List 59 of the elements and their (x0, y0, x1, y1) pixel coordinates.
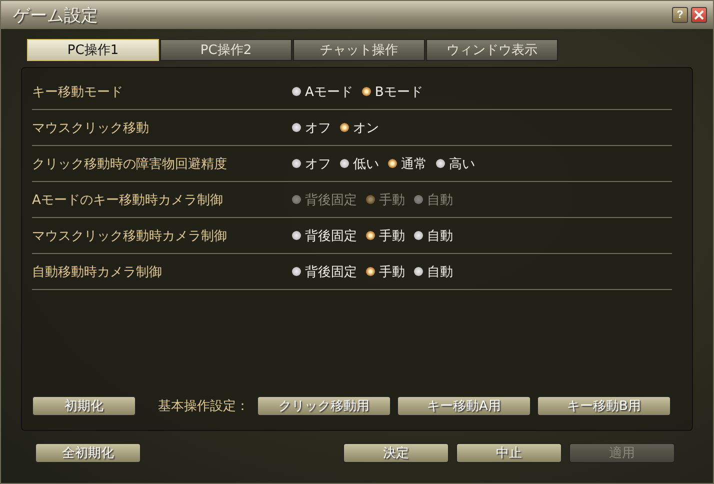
radio-button[interactable] (340, 123, 349, 132)
setting-label: キー移動モード (32, 84, 124, 100)
window-title: ゲーム設定 (13, 4, 98, 26)
setting-label: マウスクリック移動時カメラ制御 (32, 228, 228, 244)
tab[interactable]: ウィンドウ表示 (426, 39, 558, 61)
option-label: 高い (449, 156, 475, 172)
option-label: 手動 (379, 192, 405, 208)
option-label: オフ (305, 156, 331, 172)
option-label: 通常 (401, 156, 427, 172)
radio-button[interactable] (414, 231, 423, 240)
radio-button[interactable] (292, 267, 301, 276)
option-label: 自動 (427, 264, 453, 280)
radio-option[interactable]: 手動 (366, 226, 405, 244)
option-label: Aモード (305, 84, 353, 100)
radio-button[interactable] (362, 87, 371, 96)
radio-button[interactable] (366, 267, 375, 276)
radio-option[interactable]: 背後固定 (292, 262, 357, 280)
close-button[interactable] (691, 7, 707, 23)
option-label: オフ (305, 120, 331, 136)
radio-button[interactable] (292, 123, 301, 132)
setting-label: マウスクリック移動 (32, 120, 150, 136)
radio-button[interactable] (292, 231, 301, 240)
radio-option[interactable]: Bモード (362, 82, 423, 100)
radio-button[interactable] (366, 231, 375, 240)
radio-button[interactable] (292, 159, 301, 168)
setting-label: クリック移動時の障害物回避精度 (32, 156, 228, 172)
radio-option[interactable]: 手動 (366, 262, 405, 280)
radio-button[interactable] (388, 159, 397, 168)
option-label: 背後固定 (305, 228, 357, 244)
close-icon (694, 10, 704, 20)
option-label: 自動 (427, 192, 453, 208)
radio-option[interactable]: 低い (340, 154, 379, 172)
option-label: 手動 (379, 264, 405, 280)
option-label: 背後固定 (305, 192, 357, 208)
setting-label: 自動移動時カメラ制御 (32, 264, 163, 280)
option-label: 手動 (379, 228, 405, 244)
radio-button[interactable] (340, 159, 349, 168)
radio-option[interactable]: 背後固定 (292, 226, 357, 244)
option-label: Bモード (374, 84, 423, 100)
tab[interactable]: PC操作2 (160, 39, 292, 61)
radio-button[interactable] (436, 159, 445, 168)
preset-label: 基本操作設定： (158, 398, 249, 415)
radio-button[interactable] (414, 267, 423, 276)
option-label: 自動 (427, 228, 453, 244)
option-label: 低い (353, 156, 379, 172)
radio-option[interactable]: オフ (292, 118, 331, 136)
radio-option[interactable]: Aモード (292, 82, 353, 100)
option-label: 背後固定 (305, 264, 357, 280)
option-label: オン (353, 120, 379, 136)
tab[interactable]: PC操作1 (27, 39, 159, 61)
radio-button[interactable] (292, 87, 301, 96)
radio-option[interactable]: オフ (292, 154, 331, 172)
radio-option[interactable]: 自動 (414, 262, 453, 280)
radio-option[interactable]: 自動 (414, 226, 453, 244)
radio-option[interactable]: 高い (436, 154, 475, 172)
radio-option[interactable]: オン (340, 118, 379, 136)
radio-option[interactable]: 通常 (388, 154, 427, 172)
setting-label: Aモードのキー移動時カメラ制御 (32, 192, 224, 208)
tab[interactable]: チャット操作 (293, 39, 425, 61)
